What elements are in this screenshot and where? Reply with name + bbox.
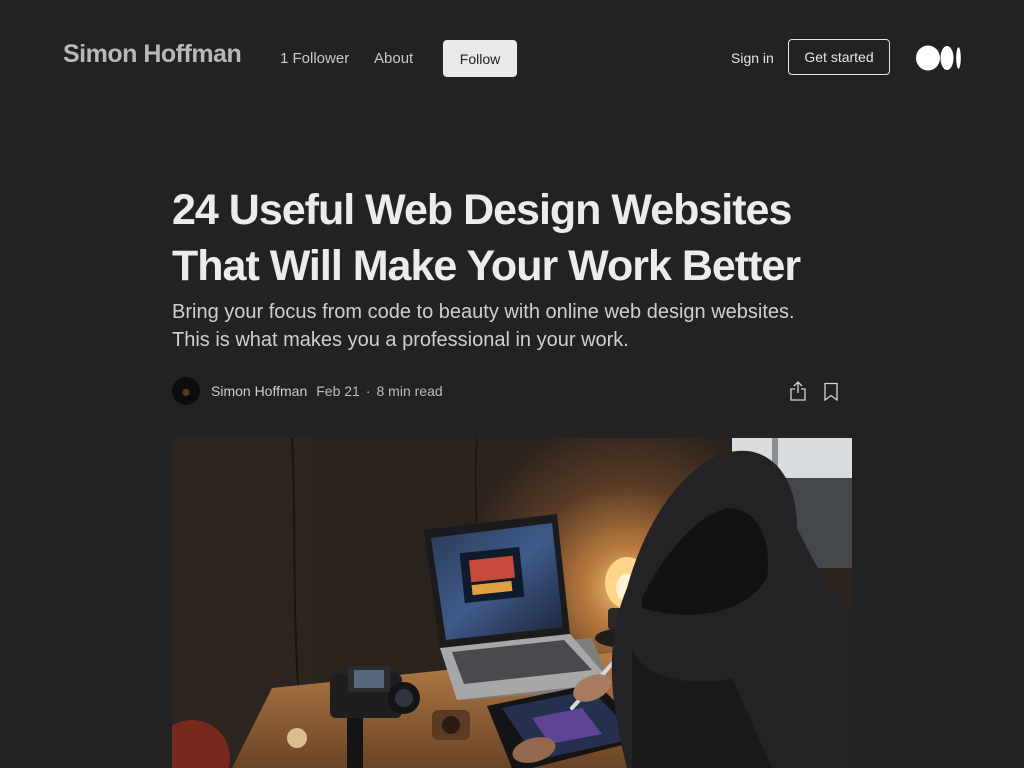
- publish-date: Feb 21: [316, 383, 360, 399]
- follow-button[interactable]: Follow: [443, 40, 517, 77]
- about-link[interactable]: About: [374, 50, 413, 67]
- article-subtitle: Bring your focus from code to beauty wit…: [172, 301, 795, 351]
- hero-image: [172, 438, 852, 768]
- bookmark-icon[interactable]: [823, 382, 839, 402]
- sign-in-link[interactable]: Sign in: [731, 50, 774, 66]
- top-nav: Simon Hoffman 1 Follower About Follow Si…: [0, 0, 1024, 118]
- author-name[interactable]: Simon Hoffman: [211, 383, 307, 399]
- avatar[interactable]: [172, 377, 200, 405]
- medium-logo-icon[interactable]: [916, 45, 962, 71]
- publication-name[interactable]: Simon Hoffman: [63, 40, 242, 69]
- meta-separator: ·: [365, 383, 371, 399]
- article-title: 24 Useful Web Design Websites That Will …: [172, 186, 801, 290]
- get-started-button[interactable]: Get started: [788, 39, 890, 75]
- followers-link[interactable]: 1 Follower: [280, 50, 349, 67]
- share-icon[interactable]: [789, 380, 807, 402]
- read-time: 8 min read: [376, 383, 443, 399]
- article-meta: Simon Hoffman Feb 21 · 8 min read: [172, 377, 852, 405]
